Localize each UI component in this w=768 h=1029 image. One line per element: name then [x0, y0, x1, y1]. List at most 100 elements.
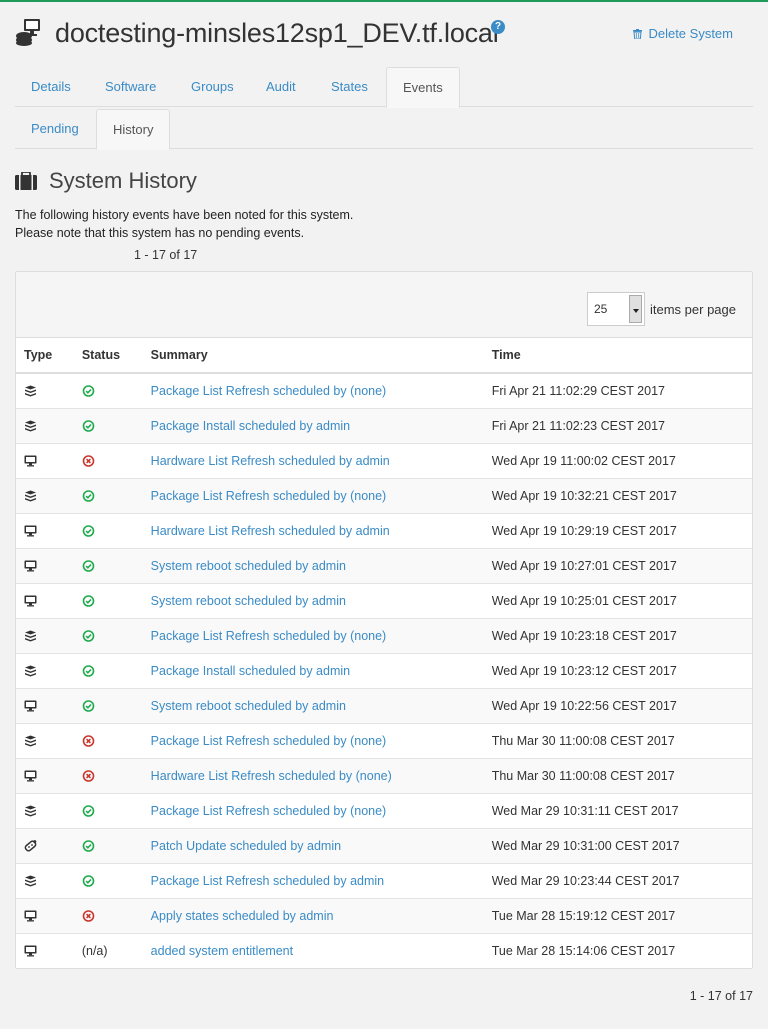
cell-time: Fri Apr 21 11:02:29 CEST 2017: [483, 373, 752, 409]
cell-summary: Apply states scheduled by admin: [142, 898, 484, 934]
event-summary-link[interactable]: Package List Refresh scheduled by (none): [151, 629, 387, 643]
table-row: Hardware List Refresh scheduled by admin…: [16, 443, 752, 479]
check-circle-icon: [82, 490, 95, 503]
col-header-type: Type: [16, 338, 74, 374]
table-row: System reboot scheduled by admin Wed Apr …: [16, 688, 752, 724]
cell-summary: Hardware List Refresh scheduled by (none…: [142, 758, 484, 794]
cell-type: [16, 688, 74, 724]
cell-type: [16, 408, 74, 444]
event-summary-link[interactable]: Package List Refresh scheduled by (none): [151, 384, 387, 398]
cell-type: [16, 443, 74, 479]
event-summary-link[interactable]: Hardware List Refresh scheduled by admin: [151, 524, 390, 538]
x-circle-icon: [82, 735, 95, 748]
event-summary-link[interactable]: Package List Refresh scheduled by admin: [151, 874, 384, 888]
subtab-pending[interactable]: Pending: [15, 109, 95, 149]
subtab-history[interactable]: History: [96, 109, 171, 150]
event-summary-link[interactable]: Package Install scheduled by admin: [151, 664, 350, 678]
tab-events[interactable]: Events: [386, 67, 460, 108]
event-summary-link[interactable]: System reboot scheduled by admin: [151, 559, 346, 573]
system-icon: [24, 595, 37, 607]
cell-summary: Package List Refresh scheduled by (none): [142, 478, 484, 514]
event-summary-link[interactable]: Package Install scheduled by admin: [151, 419, 350, 433]
cell-status: [73, 828, 143, 864]
cell-type: [16, 653, 74, 689]
cell-type: [16, 828, 74, 864]
table-row: Patch Update scheduled by admin Wed Mar 2…: [16, 828, 752, 864]
pagination-summary-bottom: 1 - 17 of 17: [689, 989, 753, 1003]
cell-summary: Package List Refresh scheduled by (none): [142, 723, 484, 759]
check-circle-icon: [82, 700, 95, 713]
cell-status: [73, 618, 143, 654]
tab-groups[interactable]: Groups: [175, 67, 250, 107]
check-circle-icon: [82, 840, 95, 853]
system-icon: [24, 560, 37, 572]
cell-summary: Patch Update scheduled by admin: [142, 828, 484, 864]
system-icon: [24, 455, 37, 467]
delete-system-button[interactable]: Delete System: [633, 26, 733, 41]
cell-type: [16, 373, 74, 409]
event-summary-link[interactable]: Apply states scheduled by admin: [151, 909, 334, 923]
cell-type: [16, 478, 74, 514]
cell-status: [73, 408, 143, 444]
delete-system-label: Delete System: [648, 26, 733, 41]
tab-audit[interactable]: Audit: [250, 67, 312, 107]
table-row: Package Install scheduled by admin Wed Ap…: [16, 653, 752, 689]
cell-time: Wed Apr 19 10:23:18 CEST 2017: [483, 618, 752, 654]
cell-type: [16, 583, 74, 619]
items-per-page-select[interactable]: 25: [587, 292, 645, 326]
cell-summary: added system entitlement: [143, 933, 484, 968]
event-summary-link[interactable]: System reboot scheduled by admin: [151, 699, 346, 713]
cell-summary: Package List Refresh scheduled by admin: [142, 863, 484, 899]
cell-status: [73, 653, 143, 689]
cell-summary: System reboot scheduled by admin: [142, 583, 484, 619]
cell-status: [73, 548, 143, 584]
cell-time: Thu Mar 30 11:00:08 CEST 2017: [483, 723, 752, 759]
help-icon[interactable]: ?: [491, 20, 505, 34]
cell-time: Wed Mar 29 10:23:44 CEST 2017: [483, 863, 752, 899]
col-header-summary: Summary: [142, 338, 484, 374]
event-summary-link[interactable]: Hardware List Refresh scheduled by admin: [151, 454, 390, 468]
event-summary-link[interactable]: Package List Refresh scheduled by (none): [151, 804, 387, 818]
package-icon: [25, 420, 36, 432]
table-row: Package Install scheduled by admin Fri Ap…: [16, 408, 752, 444]
event-summary-link[interactable]: Hardware List Refresh scheduled by (none…: [151, 769, 392, 783]
event-summary-link[interactable]: Package List Refresh scheduled by (none): [151, 734, 387, 748]
history-table: Type Status Summary Time Package List Re…: [16, 338, 752, 968]
cell-type: [16, 933, 74, 968]
cell-status: [73, 723, 143, 759]
package-icon: [25, 385, 36, 397]
cell-status: (n/a): [74, 933, 143, 968]
package-icon: [25, 490, 36, 502]
tab-states[interactable]: States: [315, 67, 384, 107]
event-summary-link[interactable]: System reboot scheduled by admin: [151, 594, 346, 608]
items-per-page-value: 25: [594, 302, 608, 316]
package-icon: [25, 805, 36, 817]
system-icon: [16, 19, 40, 46]
cell-status: [73, 373, 143, 409]
pagination-summary-top: 1 - 17 of 17: [134, 248, 198, 262]
cell-time: Wed Mar 29 10:31:11 CEST 2017: [483, 793, 752, 829]
package-icon: [25, 630, 36, 642]
status-text: (n/a): [81, 943, 108, 958]
cell-summary: Hardware List Refresh scheduled by admin: [142, 513, 484, 549]
cell-status: [73, 898, 143, 934]
cell-time: Wed Apr 19 10:27:01 CEST 2017: [483, 548, 752, 584]
cell-type: [16, 513, 74, 549]
table-row: System reboot scheduled by admin Wed Apr …: [16, 548, 752, 584]
cell-status: [73, 758, 143, 794]
tab-software[interactable]: Software: [89, 67, 172, 107]
cell-time: Wed Mar 29 10:31:00 CEST 2017: [483, 828, 752, 864]
event-summary-link[interactable]: Patch Update scheduled by admin: [151, 839, 341, 853]
cell-time: Tue Mar 28 15:19:12 CEST 2017: [483, 898, 752, 934]
sub-tabs: Pending History: [15, 109, 753, 150]
history-panel: 25 items per page Type Status Summary Ti…: [15, 271, 753, 969]
event-summary-link[interactable]: Package List Refresh scheduled by (none): [151, 489, 387, 503]
check-circle-icon: [82, 805, 95, 818]
event-summary-link[interactable]: added system entitlement: [151, 944, 293, 958]
cell-summary: Package Install scheduled by admin: [142, 653, 484, 689]
tab-details[interactable]: Details: [15, 67, 87, 107]
cell-type: [16, 723, 74, 759]
check-circle-icon: [82, 630, 95, 643]
system-icon: [24, 525, 37, 537]
cell-summary: System reboot scheduled by admin: [142, 548, 484, 584]
